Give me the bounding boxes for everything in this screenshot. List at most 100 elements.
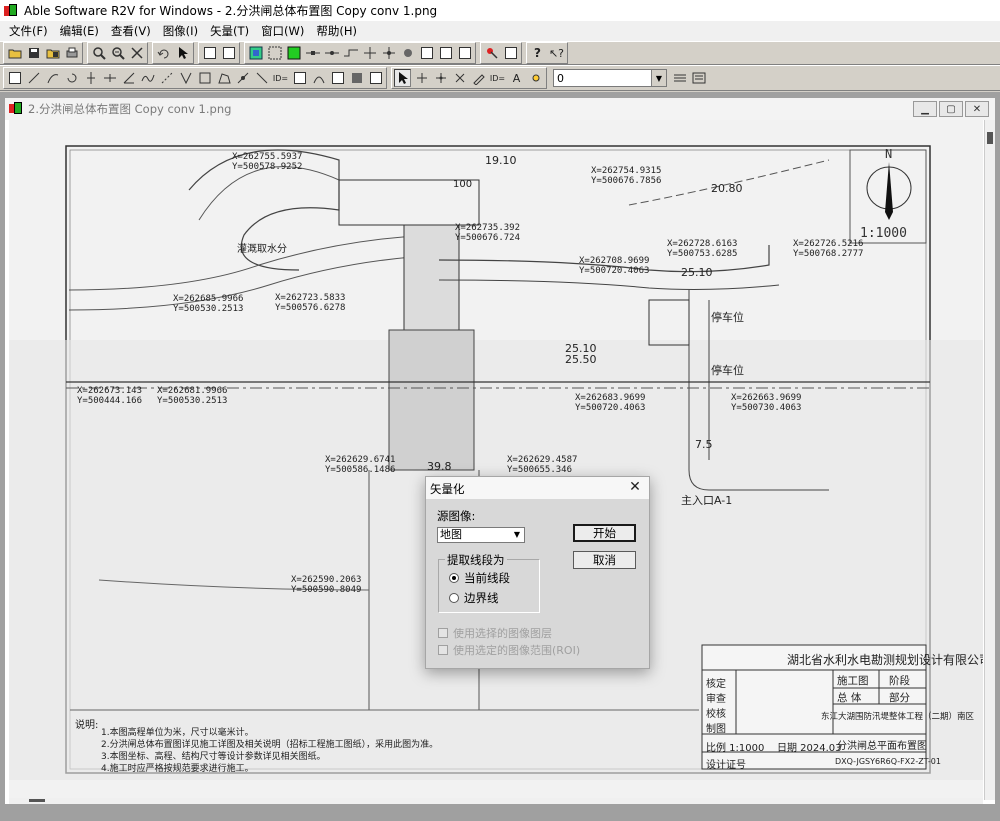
snap-tool-group bbox=[480, 42, 522, 64]
save-all-icon[interactable] bbox=[44, 44, 61, 62]
menu-view[interactable]: 查看(V) bbox=[105, 21, 157, 41]
snap-icon[interactable] bbox=[483, 44, 500, 62]
draw-curve-icon[interactable] bbox=[44, 69, 61, 87]
rotate-icon[interactable] bbox=[63, 69, 80, 87]
coord-label: X=262683.9699 Y=500720.4063 bbox=[575, 393, 646, 413]
close-icon[interactable]: ✕ bbox=[965, 101, 989, 117]
smooth-icon[interactable] bbox=[139, 69, 156, 87]
image-canvas[interactable]: N 1:1000 X=262755.5937 Y=500578.9252 X=2… bbox=[9, 120, 983, 800]
point-delete-icon[interactable] bbox=[451, 69, 468, 87]
radio-button-checked[interactable] bbox=[449, 573, 459, 583]
node-insert-icon[interactable] bbox=[234, 69, 251, 87]
use-selected-image-checkbox[interactable]: 使用选择的图像图层 bbox=[438, 625, 552, 641]
scale-label: 1:1000 bbox=[860, 226, 907, 241]
node-line-icon[interactable] bbox=[304, 44, 321, 62]
close-icon[interactable]: ✕ bbox=[627, 479, 643, 495]
split-icon[interactable] bbox=[82, 69, 99, 87]
draw-line-icon[interactable] bbox=[25, 69, 42, 87]
app-title-bar: Able Software R2V for Windows - 2.分洪闸总体布… bbox=[0, 0, 1000, 21]
chevron-down-icon[interactable]: ▼ bbox=[511, 529, 523, 541]
cancel-button[interactable]: 取消 bbox=[573, 551, 636, 569]
abc-text-icon[interactable] bbox=[437, 44, 454, 62]
scroll-thumb[interactable] bbox=[987, 132, 993, 144]
point-id-icon[interactable]: ID= bbox=[489, 69, 506, 87]
radio-boundary-line[interactable]: 边界线 bbox=[449, 590, 499, 606]
contour-icon[interactable] bbox=[310, 69, 327, 87]
scroll-thumb[interactable] bbox=[29, 799, 45, 802]
print-icon[interactable] bbox=[63, 44, 80, 62]
point-text-icon[interactable]: A bbox=[508, 69, 525, 87]
context-help-icon[interactable]: ↖? bbox=[548, 44, 565, 62]
point-edit-icon[interactable] bbox=[470, 69, 487, 87]
node-join-icon[interactable] bbox=[342, 44, 359, 62]
coord-label: X=262726.5216 Y=500768.2777 bbox=[793, 239, 864, 259]
open-folder-icon[interactable] bbox=[6, 44, 23, 62]
dimension-label: 39.8 bbox=[427, 460, 452, 473]
green-box-icon[interactable] bbox=[285, 44, 302, 62]
trim-icon[interactable] bbox=[329, 69, 346, 87]
layer-settings-icon[interactable] bbox=[690, 69, 707, 87]
north-arrow-icon bbox=[885, 162, 893, 220]
help-icon[interactable]: ? bbox=[529, 44, 546, 62]
undo-icon[interactable] bbox=[155, 44, 172, 62]
menu-window[interactable]: 窗口(W) bbox=[255, 21, 310, 41]
select-box-icon[interactable] bbox=[266, 44, 283, 62]
zoom-out-icon[interactable] bbox=[109, 44, 126, 62]
rect-icon[interactable] bbox=[196, 69, 213, 87]
reshape-icon[interactable] bbox=[177, 69, 194, 87]
zoom-in-icon[interactable] bbox=[90, 44, 107, 62]
extend-icon[interactable] bbox=[367, 69, 384, 87]
source-image-select[interactable]: 地图 ▼ bbox=[437, 527, 525, 543]
use-selected-roi-checkbox[interactable]: 使用选定的图像范围(ROI) bbox=[438, 642, 580, 658]
coord-label: X=262685.9966 Y=500530.2513 bbox=[173, 294, 244, 314]
stage-label: 总 体 bbox=[837, 692, 862, 704]
node-remove-icon[interactable] bbox=[253, 69, 270, 87]
pan-icon[interactable] bbox=[128, 44, 145, 62]
chevron-down-icon[interactable]: ▼ bbox=[651, 70, 666, 86]
node-move-icon[interactable] bbox=[380, 44, 397, 62]
join-icon[interactable] bbox=[101, 69, 118, 87]
dimension-label: 25.10 bbox=[681, 266, 713, 279]
drawing-title: 分洪闸总平面布置图 bbox=[837, 741, 927, 752]
point-move-icon[interactable] bbox=[432, 69, 449, 87]
polygon-icon[interactable] bbox=[215, 69, 232, 87]
checkbox[interactable] bbox=[438, 628, 448, 638]
dot-line-icon[interactable] bbox=[158, 69, 175, 87]
node-add-icon[interactable] bbox=[323, 44, 340, 62]
edit-node-icon[interactable] bbox=[6, 69, 23, 87]
save-icon[interactable] bbox=[25, 44, 42, 62]
image-filter-icon[interactable] bbox=[220, 44, 237, 62]
select-arrow-icon[interactable] bbox=[394, 69, 411, 87]
layer-select[interactable]: 0 ▼ bbox=[553, 69, 667, 87]
light-icon[interactable] bbox=[527, 69, 544, 87]
label-icon[interactable] bbox=[456, 44, 473, 62]
id-label-icon[interactable]: ID= bbox=[272, 69, 289, 87]
grid-icon[interactable] bbox=[418, 44, 435, 62]
vertical-scrollbar[interactable] bbox=[984, 120, 995, 800]
radio-button[interactable] bbox=[449, 593, 459, 603]
use-selected-roi-label: 使用选定的图像范围(ROI) bbox=[453, 644, 581, 657]
image-adjust-icon[interactable] bbox=[201, 44, 218, 62]
menu-help[interactable]: 帮助(H) bbox=[310, 21, 363, 41]
radio-current-line[interactable]: 当前线段 bbox=[449, 570, 510, 586]
horizontal-scrollbar[interactable] bbox=[9, 798, 983, 804]
maximize-icon[interactable]: ▢ bbox=[939, 101, 963, 117]
layer-list-icon[interactable] bbox=[671, 69, 688, 87]
measure-icon[interactable] bbox=[502, 44, 519, 62]
menu-image[interactable]: 图像(I) bbox=[157, 21, 204, 41]
fill-icon[interactable] bbox=[348, 69, 365, 87]
minimize-icon[interactable]: ▁ bbox=[913, 101, 937, 117]
zoom-tool-group bbox=[87, 42, 148, 64]
checkbox[interactable] bbox=[438, 645, 448, 655]
node-delete-icon[interactable] bbox=[399, 44, 416, 62]
menu-file[interactable]: 文件(F) bbox=[3, 21, 54, 41]
point-add-icon[interactable] bbox=[413, 69, 430, 87]
pointer-icon[interactable] bbox=[174, 44, 191, 62]
vectorize-icon[interactable] bbox=[247, 44, 264, 62]
angle-icon[interactable] bbox=[120, 69, 137, 87]
menu-edit[interactable]: 编辑(E) bbox=[54, 21, 105, 41]
align-icon[interactable] bbox=[291, 69, 308, 87]
start-button[interactable]: 开始 bbox=[573, 524, 636, 542]
node-star-icon[interactable] bbox=[361, 44, 378, 62]
menu-vector[interactable]: 矢量(T) bbox=[204, 21, 255, 41]
